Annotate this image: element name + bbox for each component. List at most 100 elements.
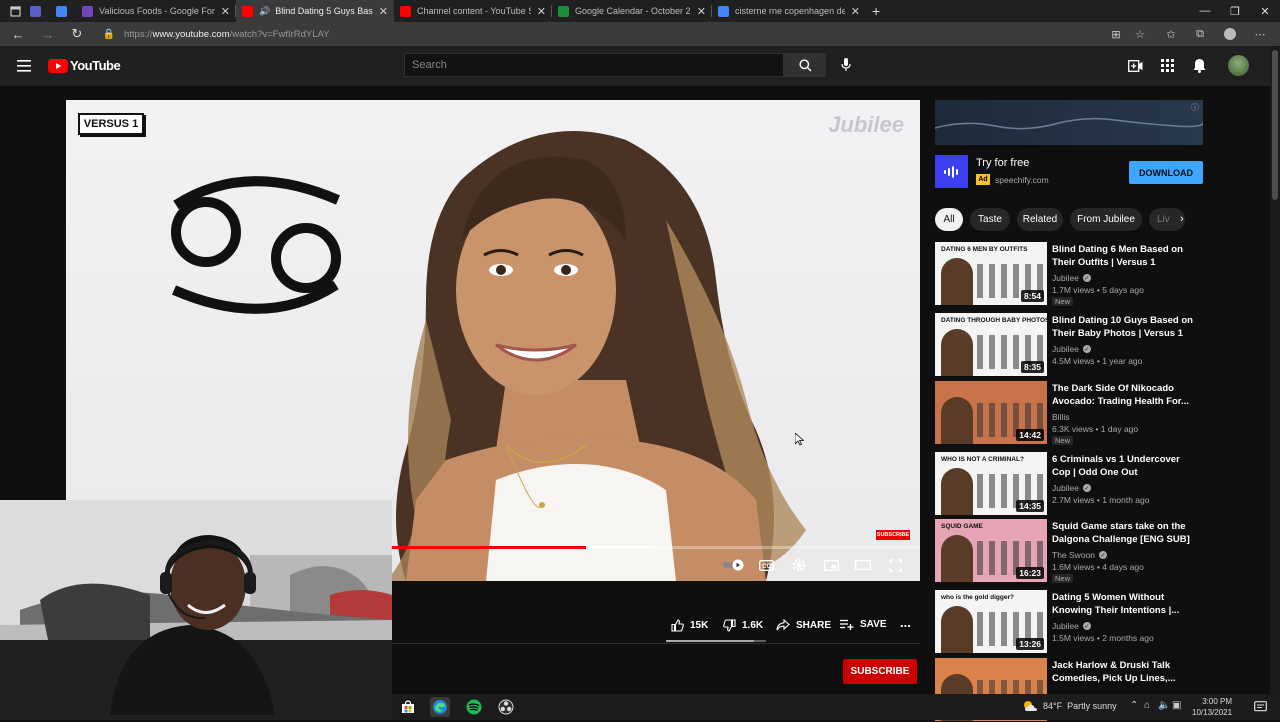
restore-icon[interactable]: ❐ — [1220, 0, 1250, 22]
forward-icon[interactable]: → — [39, 25, 57, 43]
recommendation-item[interactable]: SQUID GAME 16:23 Squid Game stars take on … — [935, 519, 1203, 583]
search-input[interactable]: Search — [404, 53, 784, 77]
channel-name[interactable]: Jubilee ✓ — [1052, 344, 1091, 354]
chevron-up-icon[interactable]: ⌃ — [1130, 700, 1138, 711]
close-icon[interactable]: ✕ — [537, 5, 546, 18]
ad-title[interactable]: Try for free — [976, 157, 1029, 169]
video-title[interactable]: 6 Criminals vs 1 Undercover Cop | Odd On… — [1052, 453, 1198, 479]
chip-related[interactable]: Related — [1017, 208, 1063, 231]
video-thumbnail[interactable]: WHO IS NOT A CRIMINAL? 14:35 — [935, 452, 1047, 515]
obs-icon[interactable] — [496, 697, 516, 717]
avatar[interactable] — [1228, 55, 1249, 76]
weather-widget[interactable]: 84°F Partly sunny — [1022, 700, 1117, 712]
subtitles-button[interactable]: CC — [756, 556, 776, 574]
video-title[interactable]: Dating 5 Women Without Knowing Their Int… — [1052, 591, 1198, 617]
save-button[interactable]: SAVE — [840, 619, 887, 630]
subscribe-button[interactable]: SUBSCRIBE — [843, 659, 917, 684]
recommendation-item[interactable]: WHO IS NOT A CRIMINAL? 14:35 6 Criminals v… — [935, 452, 1203, 516]
volume-icon[interactable]: 🔈 — [1158, 700, 1170, 711]
recommendation-item[interactable]: DATING 6 MEN BY OUTFITS 8:54 Blind Dating … — [935, 242, 1203, 306]
browser-tab-calendar[interactable]: Google Calendar - October 2021 ✕ — [552, 0, 712, 22]
channel-name[interactable]: Jubilee ✓ — [1052, 621, 1091, 631]
edge-icon[interactable] — [430, 697, 450, 717]
recommendation-item[interactable]: 14:42 The Dark Side Of Nikocado Avocado: … — [935, 381, 1203, 445]
dislike-button[interactable]: 1.6K — [723, 619, 763, 632]
more-actions-button[interactable]: ... — [900, 615, 911, 630]
channel-name[interactable]: Jubilee ✓ — [1052, 273, 1091, 283]
refresh-icon[interactable]: ↻ — [68, 25, 86, 43]
network-icon[interactable]: ⌂ — [1144, 700, 1150, 711]
autoplay-toggle[interactable] — [722, 556, 746, 574]
ad-banner[interactable]: ⓘ — [935, 100, 1203, 145]
browser-tab-youtube-video[interactable]: 🔊 Blind Dating 5 Guys Based o ✕ — [236, 0, 394, 22]
favorites-icon[interactable]: ✩ — [1163, 26, 1179, 42]
chip-taste[interactable]: Taste — [970, 208, 1010, 231]
video-thumbnail[interactable]: SQUID GAME 16:23 — [935, 519, 1047, 582]
browser-tab-youtube-studio[interactable]: Channel content - YouTube Studi ✕ — [394, 0, 552, 22]
ad-info-icon[interactable]: ⓘ — [1191, 102, 1199, 113]
store-icon[interactable] — [398, 697, 418, 717]
voice-search-button[interactable] — [834, 53, 858, 77]
video-title[interactable]: Blind Dating 6 Men Based on Their Outfit… — [1052, 243, 1198, 269]
browser-tab-docs[interactable] — [50, 0, 76, 22]
close-icon[interactable]: ✕ — [379, 5, 388, 18]
notifications-icon[interactable] — [1254, 700, 1267, 718]
thumbnail-person — [941, 468, 973, 515]
video-thumbnail[interactable]: 14:42 — [935, 381, 1047, 444]
close-window-icon[interactable]: ✕ — [1250, 0, 1280, 22]
apps-grid-icon[interactable] — [1161, 59, 1174, 77]
menu-icon[interactable] — [17, 59, 31, 77]
browser-tab-forms[interactable]: Valicious Foods - Google Forms ✕ — [76, 0, 236, 22]
speaker-icon[interactable]: 🔊 — [259, 6, 270, 17]
browser-tab-teams[interactable] — [24, 0, 50, 22]
browser-tab-search[interactable]: cisterne rne copenhagen denma ✕ — [712, 0, 866, 22]
tab-actions-icon[interactable] — [6, 2, 24, 20]
video-thumbnail[interactable]: who is the gold digger? 13:26 — [935, 590, 1047, 653]
video-title[interactable]: Blind Dating 10 Guys Based on Their Baby… — [1052, 314, 1198, 340]
video-title[interactable]: The Dark Side Of Nikocado Avocado: Tradi… — [1052, 382, 1198, 408]
reader-icon[interactable]: ⊞ — [1108, 26, 1124, 42]
close-icon[interactable]: ✕ — [851, 5, 860, 18]
tray-app-icon[interactable]: ▣ — [1172, 700, 1181, 711]
search-button[interactable] — [784, 53, 826, 77]
spotify-icon[interactable] — [464, 697, 484, 717]
video-thumbnail[interactable]: DATING 6 MEN BY OUTFITS 8:54 — [935, 242, 1047, 305]
like-button[interactable]: 15K — [671, 619, 708, 632]
back-icon[interactable]: ← — [9, 25, 27, 43]
chevron-right-icon[interactable]: › — [1180, 213, 1184, 225]
youtube-logo[interactable]: YouTube — [48, 58, 121, 73]
close-icon[interactable]: ✕ — [697, 5, 706, 18]
system-clock[interactable]: 3:00 PM 10/13/2021 — [1192, 696, 1232, 718]
new-tab-button[interactable]: + — [866, 0, 890, 22]
settings-button[interactable] — [789, 556, 809, 574]
chip-from-jubilee[interactable]: From Jubilee — [1070, 208, 1142, 231]
recommendation-item[interactable]: DATING THROUGH BABY PHOTOS 8:35 Blind Dati… — [935, 313, 1203, 377]
chip-all[interactable]: All — [935, 208, 963, 231]
profile-icon[interactable] — [1222, 26, 1238, 42]
share-button[interactable]: SHARE — [776, 619, 831, 631]
share-icon — [776, 619, 790, 631]
scrollbar-thumb[interactable] — [1272, 50, 1278, 200]
fullscreen-button[interactable] — [885, 556, 905, 574]
ad-download-button[interactable]: DOWNLOAD — [1129, 161, 1203, 184]
url-field[interactable]: https://www.youtube.com/watch?v=FwfIrRdY… — [104, 25, 1104, 43]
tracking-prevention-icon[interactable]: ☆ — [1132, 26, 1148, 42]
theater-mode-button[interactable] — [853, 556, 873, 574]
video-title[interactable]: Squid Game stars take on the Dalgona Cha… — [1052, 520, 1198, 546]
subscribe-watermark-badge[interactable]: SUBSCRIBE — [876, 530, 910, 540]
channel-name[interactable]: Billis — [1052, 412, 1069, 422]
video-title[interactable]: Jack Harlow & Druski Talk Comedies, Pick… — [1052, 659, 1198, 685]
close-icon[interactable]: ✕ — [221, 5, 230, 18]
miniplayer-button[interactable] — [821, 556, 841, 574]
minimize-icon[interactable]: — — [1190, 0, 1220, 22]
channel-watermark[interactable]: Jubilee — [828, 112, 904, 138]
channel-name[interactable]: Jubilee ✓ — [1052, 483, 1091, 493]
page-scrollbar[interactable] — [1270, 46, 1280, 694]
channel-name[interactable]: The Swoon ✓ — [1052, 550, 1107, 560]
more-icon[interactable]: ⋯ — [1252, 26, 1268, 42]
notifications-bell-icon[interactable] — [1193, 58, 1206, 78]
video-thumbnail[interactable]: DATING THROUGH BABY PHOTOS 8:35 — [935, 313, 1047, 376]
recommendation-item[interactable]: who is the gold digger? 13:26 Dating 5 Wom… — [935, 590, 1203, 654]
collections-icon[interactable]: ⧉ — [1192, 26, 1208, 42]
create-video-icon[interactable] — [1128, 59, 1143, 77]
